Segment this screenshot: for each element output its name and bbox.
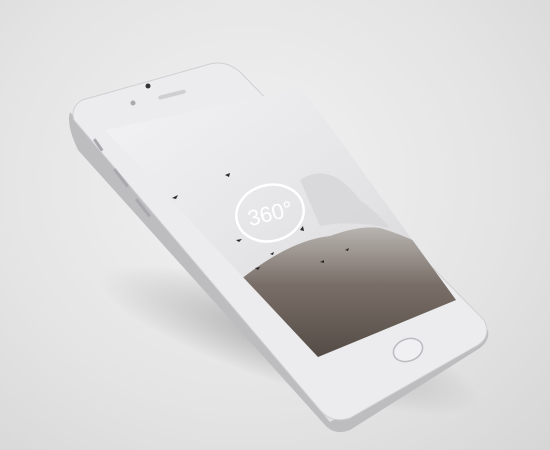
sensor bbox=[130, 100, 136, 106]
phone-mockup-scene: 360° bbox=[69, 62, 489, 433]
front-camera bbox=[145, 83, 151, 89]
